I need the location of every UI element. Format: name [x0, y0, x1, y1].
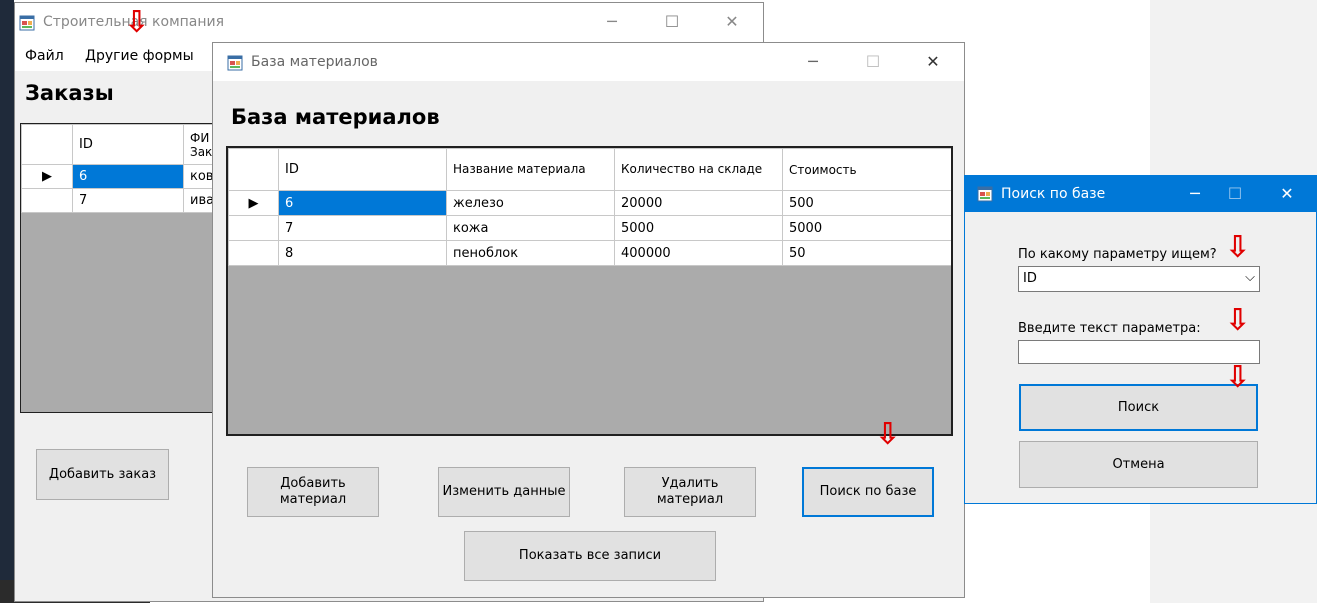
row-header [228, 215, 279, 241]
materials-table: ID Название материала Количество на скла… [228, 148, 951, 266]
row-header [21, 188, 73, 213]
param-select-value: ID [1023, 271, 1037, 286]
column-header-stock[interactable]: Количество на складе [614, 148, 783, 191]
orders-table: ID ФИ Зак ▶ 6 кова 7 иван [21, 124, 237, 213]
orders-grid[interactable]: ID ФИ Зак ▶ 6 кова 7 иван [20, 123, 240, 413]
maximize-button[interactable]: ☐ [1224, 183, 1246, 205]
row-selector-icon: ▶ [21, 164, 73, 189]
table-cell[interactable]: 20000 [614, 190, 783, 216]
table-cell[interactable]: 5000 [782, 215, 951, 241]
red-down-arrow-icon: ⇩ [124, 5, 150, 40]
app-form-icon [19, 15, 35, 31]
table-cell[interactable]: железо [446, 190, 615, 216]
materials-window-title: База материалов [251, 54, 378, 70]
table-cell[interactable]: 400000 [614, 240, 783, 266]
materials-window: База материалов ─ ☐ ✕ База материалов ID… [212, 42, 965, 598]
minimize-button[interactable]: ─ [601, 11, 623, 33]
column-header-id[interactable]: ID [278, 148, 447, 191]
red-down-arrow-icon: ⇩ [1225, 360, 1251, 395]
search-window: Поиск по базе ─ ☐ ✕ По какому параметру … [964, 175, 1317, 504]
close-button[interactable]: ✕ [922, 51, 944, 73]
text-label: Введите текст параметра: [1018, 321, 1201, 336]
row-selector-icon: ▶ [228, 190, 279, 216]
table-row[interactable]: 7 иван [21, 188, 237, 213]
maximize-button[interactable]: ☐ [862, 51, 884, 73]
table-cell[interactable]: 8 [278, 240, 447, 266]
app-form-icon [227, 55, 243, 71]
page-title: Заказы [25, 81, 114, 105]
table-cell[interactable]: 500 [782, 190, 951, 216]
table-cell[interactable]: кожа [446, 215, 615, 241]
table-row[interactable]: 8 пеноблок 400000 50 [228, 240, 951, 266]
param-label: По какому параметру ищем? [1018, 247, 1217, 262]
row-header-corner [21, 124, 73, 165]
table-cell[interactable]: 50 [782, 240, 951, 266]
app-form-icon [977, 186, 993, 202]
show-all-records-button[interactable]: Показать все записи [464, 531, 716, 581]
table-row[interactable]: 7 кожа 5000 5000 [228, 215, 951, 241]
table-cell[interactable]: 7 [278, 215, 447, 241]
table-cell[interactable]: 6 [278, 190, 447, 216]
chevron-down-icon[interactable]: ⌵ [1245, 270, 1255, 285]
menu-item-file[interactable]: Файл [25, 48, 64, 64]
materials-grid[interactable]: ID Название материала Количество на скла… [226, 146, 953, 436]
column-header-material-name[interactable]: Название материала [446, 148, 615, 191]
red-down-arrow-icon: ⇩ [875, 417, 901, 452]
param-text-input[interactable] [1018, 340, 1260, 364]
table-cell[interactable]: 5000 [614, 215, 783, 241]
close-button[interactable]: ✕ [1276, 183, 1298, 205]
add-order-button[interactable]: Добавить заказ [36, 449, 169, 500]
red-down-arrow-icon: ⇩ [1225, 230, 1251, 265]
search-button[interactable]: Поиск [1019, 384, 1258, 431]
red-down-arrow-icon: ⇩ [1225, 303, 1251, 338]
param-select[interactable]: ID ⌵ [1018, 266, 1260, 292]
minimize-button[interactable]: ─ [1184, 183, 1206, 205]
table-row[interactable]: ▶ 6 кова [21, 164, 237, 189]
close-button[interactable]: ✕ [721, 11, 743, 33]
search-database-button[interactable]: Поиск по базе [802, 467, 934, 517]
column-header-id[interactable]: ID [72, 124, 184, 165]
add-material-button[interactable]: Добавить материал [247, 467, 379, 517]
table-row[interactable]: ▶ 6 железо 20000 500 [228, 190, 951, 216]
table-cell[interactable]: 7 [72, 188, 184, 213]
delete-material-button[interactable]: Удалить материал [624, 467, 756, 517]
cancel-button[interactable]: Отмена [1019, 441, 1258, 488]
desktop-background-white [965, 0, 1150, 175]
row-header [228, 240, 279, 266]
row-header-corner [228, 148, 279, 191]
table-cell[interactable]: 6 [72, 164, 184, 189]
page-title: База материалов [231, 105, 440, 129]
maximize-button[interactable]: ☐ [661, 11, 683, 33]
search-window-title: Поиск по базе [1001, 186, 1106, 202]
desktop-background [0, 0, 14, 603]
materials-window-titlebar: База материалов ─ ☐ ✕ [213, 43, 964, 81]
column-header-price[interactable]: Стоимость [782, 148, 951, 191]
menu-item-other-forms[interactable]: Другие формы [85, 48, 194, 64]
minimize-button[interactable]: ─ [802, 51, 824, 73]
table-cell[interactable]: пеноблок [446, 240, 615, 266]
edit-data-button[interactable]: Изменить данные [438, 467, 570, 517]
search-window-titlebar: Поиск по базе ─ ☐ ✕ [965, 176, 1316, 212]
